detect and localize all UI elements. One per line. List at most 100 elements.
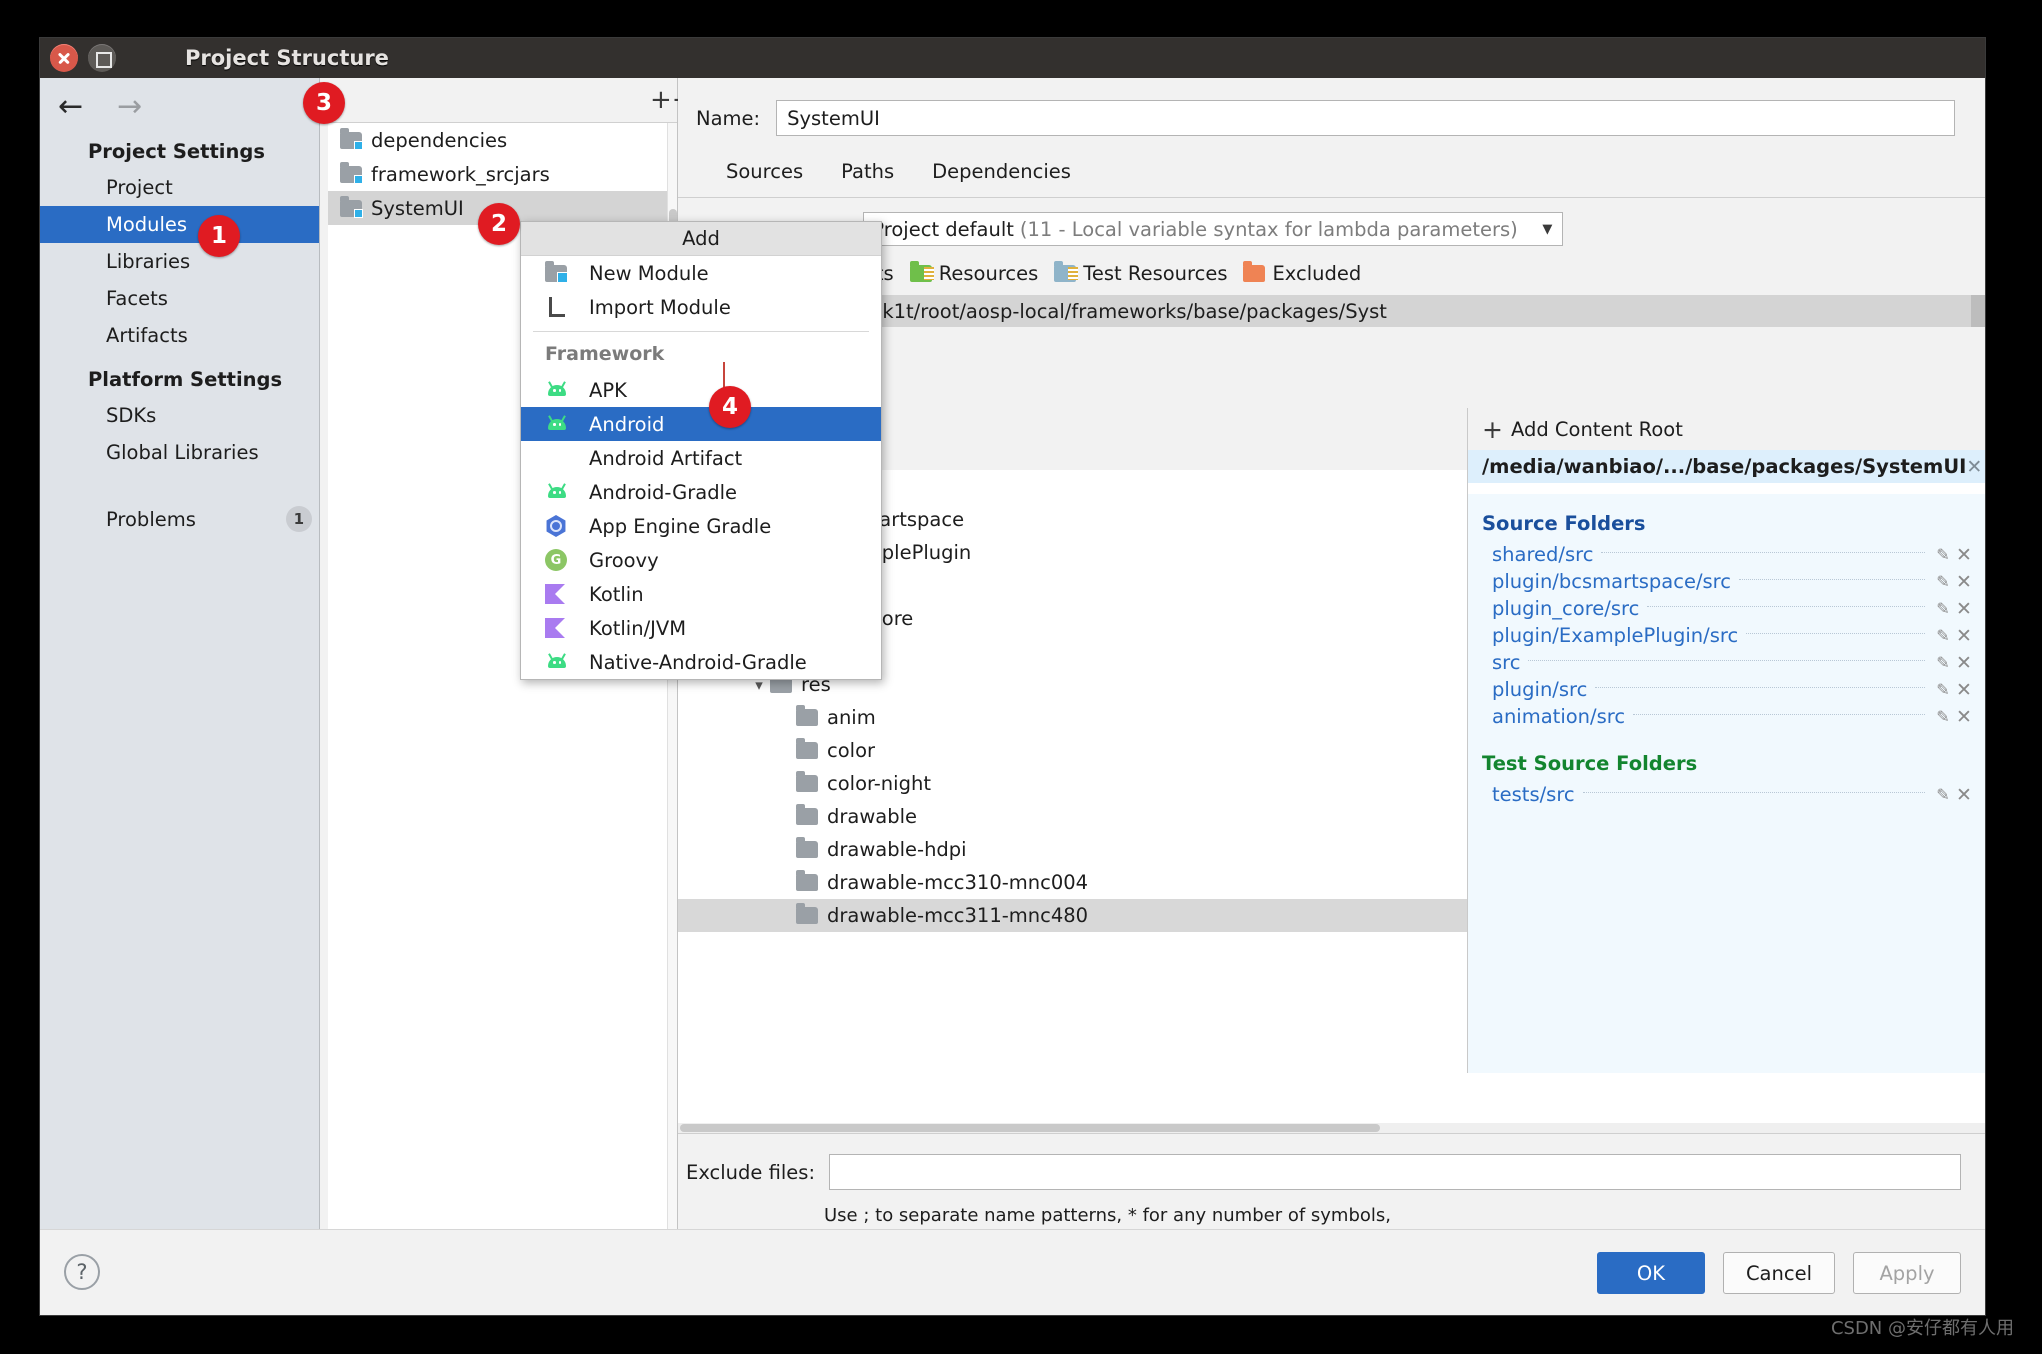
content-root-inspector: + Add Content Root /media/wanbiao/.../ba…	[1467, 408, 1985, 1073]
tab-dependencies[interactable]: Dependencies	[932, 160, 1071, 191]
modules-toolbar: + −	[320, 78, 714, 122]
help-button[interactable]: ?	[64, 1254, 100, 1290]
module-name-input[interactable]: SystemUI	[776, 100, 1955, 136]
menu-item-android-gradle[interactable]: Android-Gradle	[521, 475, 881, 509]
tree-horizontal-scrollbar[interactable]	[678, 1123, 1985, 1133]
step-badge-2: 2	[478, 203, 520, 245]
folder-icon	[796, 705, 818, 726]
mark-test-resources-label: Test Resources	[1083, 262, 1228, 285]
close-icon[interactable]: ✕	[1966, 456, 1982, 478]
tree-label: drawable-mcc311-mnc480	[827, 904, 1089, 927]
dialog-buttons: OK Cancel Apply	[1596, 1252, 1961, 1294]
test-source-folders-heading: Test Source Folders	[1482, 752, 1698, 775]
list-item[interactable]: framework_srcjars	[328, 157, 677, 191]
source-folders-heading: Source Folders	[1482, 512, 1646, 535]
row-dash	[1647, 605, 1925, 607]
close-icon[interactable]: ✕	[1953, 625, 1975, 647]
module-folder-icon	[340, 127, 363, 150]
menu-item-label: New Module	[589, 261, 709, 285]
folder-icon	[796, 738, 818, 759]
menu-item-groovy[interactable]: G Groovy	[521, 543, 881, 577]
close-icon[interactable]: ✕	[1953, 679, 1975, 701]
apply-button[interactable]: Apply	[1853, 1252, 1961, 1294]
test-source-folder-row[interactable]: tests/src ✎ ✕	[1468, 781, 1985, 808]
sidebar-item-artifacts[interactable]: Artifacts	[40, 317, 319, 354]
language-level-detail: (11 - Local variable syntax for lambda p…	[1019, 217, 1518, 241]
menu-item-import-module[interactable]: Import Module	[521, 290, 881, 324]
back-icon[interactable]: ←	[58, 92, 83, 122]
source-folder-row[interactable]: shared/src ✎ ✕	[1468, 541, 1985, 568]
menu-item-native-android-gradle[interactable]: Native-Android-Gradle	[521, 645, 881, 679]
menu-item-new-module[interactable]: New Module	[521, 256, 881, 290]
close-icon[interactable]: ✕	[1953, 571, 1975, 593]
groovy-icon: G	[545, 549, 589, 571]
sidebar-item-project[interactable]: Project	[40, 169, 319, 206]
menu-item-label: Android-Gradle	[589, 480, 738, 504]
add-content-root-label: Add Content Root	[1510, 417, 1683, 441]
source-folder-row[interactable]: plugin/src ✎ ✕	[1468, 676, 1985, 703]
mark-as-excluded-button[interactable]: Excluded	[1243, 261, 1361, 285]
close-icon[interactable]: ✕	[1953, 706, 1975, 728]
pencil-icon[interactable]: ✎	[1933, 545, 1953, 564]
pencil-icon[interactable]: ✎	[1933, 626, 1953, 645]
problems-label: Problems	[106, 507, 196, 531]
sidebar-item-problems[interactable]: Problems 1	[40, 499, 319, 539]
sidebar-item-facets[interactable]: Facets	[40, 280, 319, 317]
source-folder-row[interactable]: plugin/bcsmartspace/src ✎ ✕	[1468, 568, 1985, 595]
mark-as-resources-button[interactable]: Resources	[909, 261, 1038, 285]
pencil-icon[interactable]: ✎	[1933, 599, 1953, 618]
pencil-icon[interactable]: ✎	[1933, 572, 1953, 591]
path-bar-grip[interactable]	[1971, 295, 1985, 327]
list-item[interactable]: dependencies	[328, 123, 677, 157]
menu-item-label: Native-Android-Gradle	[589, 650, 807, 674]
tab-paths[interactable]: Paths	[841, 160, 894, 191]
settings-sidebar: ← → Project Settings Project Modules Lib…	[40, 78, 320, 1315]
pencil-icon[interactable]: ✎	[1933, 785, 1953, 804]
exclude-files-input[interactable]	[829, 1154, 1961, 1190]
menu-item-app-engine-gradle[interactable]: App Engine Gradle	[521, 509, 881, 543]
context-menu-title: Add	[521, 222, 881, 256]
mark-as-test-resources-button[interactable]: Test Resources	[1054, 261, 1228, 285]
sidebar-item-modules[interactable]: Modules	[40, 206, 319, 243]
add-content-root-button[interactable]: + Add Content Root	[1468, 408, 1985, 450]
language-level-select[interactable]: Project default (11 - Local variable syn…	[863, 212, 1564, 246]
close-icon[interactable]: ✕	[1953, 652, 1975, 674]
pencil-icon[interactable]: ✎	[1933, 653, 1953, 672]
sidebar-item-global-libraries[interactable]: Global Libraries	[40, 434, 319, 471]
close-icon[interactable]: ✕	[1953, 544, 1975, 566]
source-folder-row[interactable]: plugin_core/src ✎ ✕	[1468, 595, 1985, 622]
menu-item-label: Import Module	[589, 295, 731, 319]
source-folder-label: plugin/src	[1492, 678, 1588, 701]
menu-item-android[interactable]: Android	[521, 407, 881, 441]
add-module-icon[interactable]: +	[650, 87, 672, 113]
forward-icon[interactable]: →	[117, 92, 142, 122]
android-icon	[545, 653, 589, 669]
kotlin-icon	[545, 584, 589, 604]
close-icon[interactable]: ✕	[1953, 598, 1975, 620]
content-root-path-header: /media/wanbiao/.../base/packages/SystemU…	[1468, 450, 1985, 483]
close-icon[interactable]: ✕	[1953, 784, 1975, 806]
problems-count-badge: 1	[285, 506, 312, 532]
menu-item-android-artifact[interactable]: Android Artifact	[521, 441, 881, 475]
chevron-down-icon[interactable]: ▼	[1542, 222, 1552, 237]
ok-button[interactable]: OK	[1596, 1252, 1705, 1294]
pencil-icon[interactable]: ✎	[1933, 707, 1953, 726]
folder-icon	[796, 837, 818, 858]
source-folder-row[interactable]: animation/src ✎ ✕	[1468, 703, 1985, 730]
tab-sources[interactable]: Sources	[726, 160, 803, 191]
menu-item-label: Groovy	[589, 548, 659, 572]
pencil-icon[interactable]: ✎	[1933, 680, 1953, 699]
menu-item-kotlin-jvm[interactable]: Kotlin/JVM	[521, 611, 881, 645]
source-folder-row[interactable]: plugin/ExamplePlugin/src ✎ ✕	[1468, 622, 1985, 649]
menu-item-apk[interactable]: APK	[521, 373, 881, 407]
module-name-row: Name: SystemUI	[678, 78, 1985, 136]
menu-item-kotlin[interactable]: Kotlin	[521, 577, 881, 611]
exclude-files-label: Exclude files:	[686, 1160, 816, 1184]
dialog-footer: ? OK Cancel Apply	[40, 1229, 1985, 1315]
module-name-label: Name:	[696, 106, 761, 130]
menu-divider	[533, 331, 869, 332]
source-folder-row[interactable]: src ✎ ✕	[1468, 649, 1985, 676]
sidebar-item-libraries[interactable]: Libraries	[40, 243, 319, 280]
cancel-button[interactable]: Cancel	[1722, 1252, 1835, 1294]
sidebar-item-sdks[interactable]: SDKs	[40, 397, 319, 434]
